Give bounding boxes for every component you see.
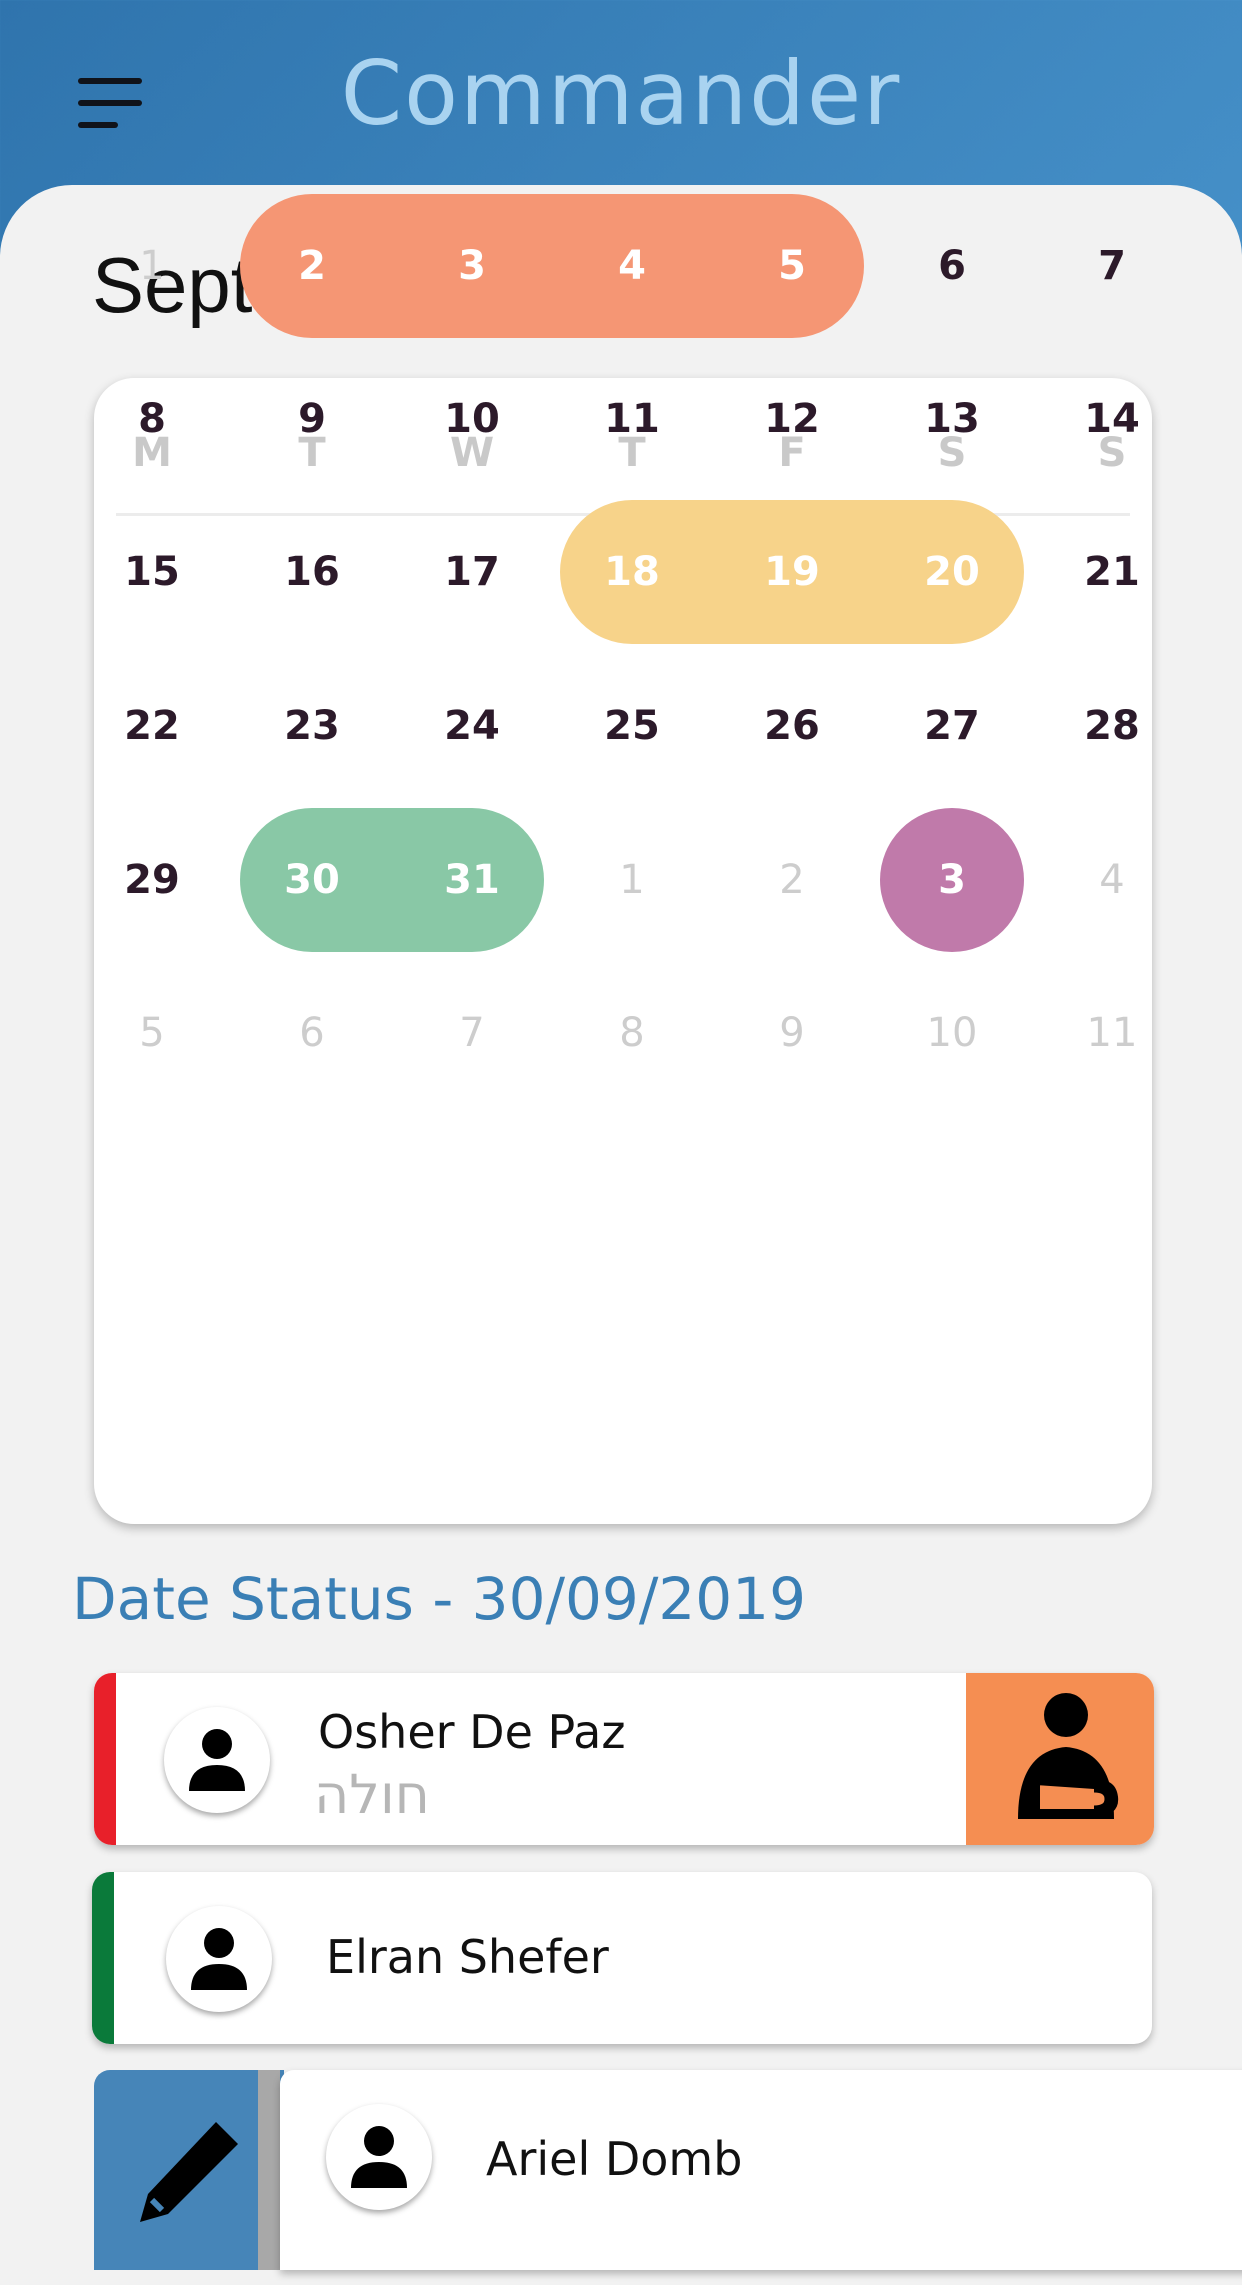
person-card-osher[interactable]: Osher De Paz חולה <box>94 1673 1154 1845</box>
person-name: Osher De Paz <box>318 1705 626 1759</box>
calendar-day[interactable]: 8 <box>577 1003 687 1063</box>
calendar-day[interactable]: 5 <box>737 236 847 296</box>
calendar-day[interactable]: 25 <box>577 696 687 756</box>
calendar-day[interactable]: 6 <box>897 236 1007 296</box>
person-card-ariel[interactable]: Ariel Domb <box>280 2070 1242 2270</box>
person-card-elran[interactable]: Elran Shefer <box>92 1872 1152 2044</box>
calendar-day[interactable]: 16 <box>257 542 367 602</box>
calendar-day[interactable]: 3 <box>417 236 527 296</box>
calendar-day[interactable]: 9 <box>257 389 367 449</box>
calendar-day[interactable]: 4 <box>1057 850 1167 910</box>
calendar-day[interactable]: 21 <box>1057 542 1167 602</box>
calendar-day[interactable]: 8 <box>97 389 207 449</box>
person-avatar-icon <box>166 1906 272 2012</box>
person-name: Elran Shefer <box>326 1930 609 1984</box>
calendar-day[interactable]: 7 <box>417 1003 527 1063</box>
person-status: חולה <box>314 1763 430 1826</box>
calendar-day[interactable]: 2 <box>257 236 367 296</box>
app-title: Commander <box>340 42 902 145</box>
person-name: Ariel Domb <box>486 2132 743 2186</box>
calendar-day[interactable]: 6 <box>257 1003 367 1063</box>
person-avatar-icon <box>326 2104 432 2210</box>
calendar-day[interactable]: 15 <box>97 542 207 602</box>
calendar-day[interactable]: 10 <box>897 1003 1007 1063</box>
calendar-day[interactable]: 3 <box>897 850 1007 910</box>
calendar-day[interactable]: 7 <box>1057 236 1167 296</box>
status-stripe <box>92 1872 114 2044</box>
calendar-day[interactable]: 24 <box>417 696 527 756</box>
calendar-day[interactable]: 12 <box>737 389 847 449</box>
calendar-day[interactable]: 22 <box>97 696 207 756</box>
calendar-day[interactable]: 11 <box>1057 1003 1167 1063</box>
calendar-day[interactable]: 1 <box>97 236 207 296</box>
status-stripe <box>258 2070 280 2270</box>
calendar-day[interactable]: 9 <box>737 1003 847 1063</box>
calendar-day[interactable]: 19 <box>737 542 847 602</box>
pencil-edit-icon <box>140 2122 238 2222</box>
calendar-day[interactable]: 23 <box>257 696 367 756</box>
calendar-card: MTWTFSS 1 2 3 4 5 6 7 8 9 10 11 12 13 14 15 16 17 18 19 20 2… <box>94 194 1152 1524</box>
calendar-day[interactable]: 18 <box>577 542 687 602</box>
edit-action-button[interactable] <box>94 2070 284 2270</box>
app-header: Commander <box>0 0 1242 190</box>
status-stripe <box>94 1673 116 1845</box>
calendar-day[interactable]: 26 <box>737 696 847 756</box>
calendar-day[interactable]: 31 <box>417 850 527 910</box>
calendar-day[interactable]: 11 <box>577 389 687 449</box>
calendar-day[interactable]: 29 <box>97 850 207 910</box>
calendar-day[interactable]: 14 <box>1057 389 1167 449</box>
calendar-day[interactable]: 2 <box>737 850 847 910</box>
calendar-day[interactable]: 1 <box>577 850 687 910</box>
calendar-day[interactable]: 27 <box>897 696 1007 756</box>
calendar-day[interactable]: 30 <box>257 850 367 910</box>
calendar-day[interactable]: 4 <box>577 236 687 296</box>
arm-sling-icon[interactable] <box>966 1673 1154 1845</box>
person-avatar-icon <box>164 1707 270 1813</box>
calendar-day[interactable]: 10 <box>417 389 527 449</box>
calendar-day[interactable]: 20 <box>897 542 1007 602</box>
calendar-day[interactable]: 17 <box>417 542 527 602</box>
calendar-day[interactable]: 5 <box>97 1003 207 1063</box>
date-status-title: Date Status - 30/09/2019 <box>72 1565 806 1633</box>
calendar-day[interactable]: 13 <box>897 389 1007 449</box>
calendar-day[interactable]: 28 <box>1057 696 1167 756</box>
